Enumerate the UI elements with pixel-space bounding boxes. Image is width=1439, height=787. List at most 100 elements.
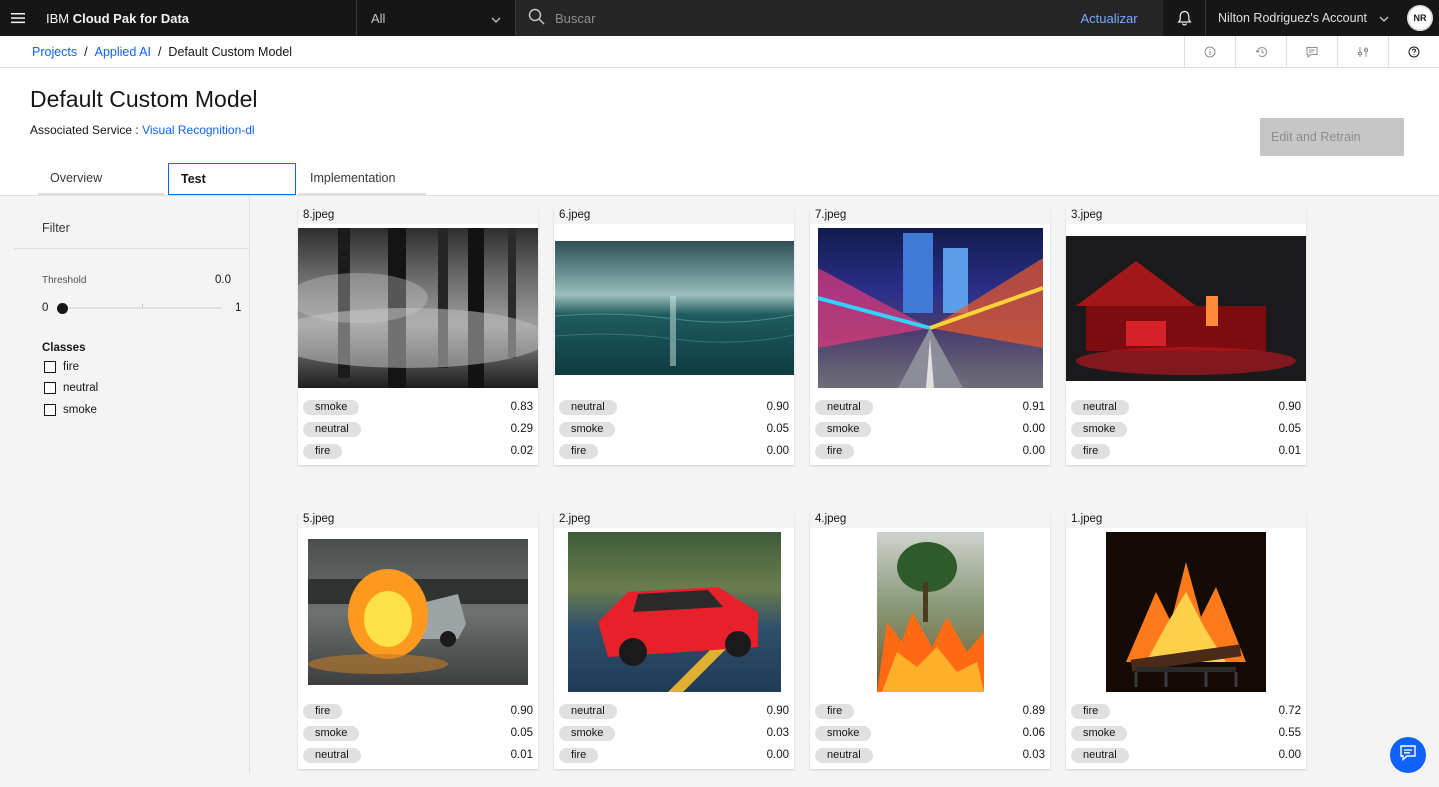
class-tag: fire	[1071, 703, 1111, 719]
checkbox[interactable]	[44, 404, 56, 416]
scope-value: All	[371, 10, 386, 26]
threshold-slider-track[interactable]	[58, 307, 222, 309]
chevron-down-icon	[1379, 11, 1389, 25]
image-filename: 6.jpeg	[554, 208, 794, 224]
confidence-score: 0.00	[1278, 749, 1301, 761]
confidence-score: 0.05	[766, 423, 789, 435]
chevron-down-icon	[491, 11, 501, 26]
result-card[interactable]: 4.jpeg fire 0.89 smoke 0.06 neutral 0.03	[810, 512, 1050, 769]
image-filename: 5.jpeg	[298, 512, 538, 528]
image-thumbnail[interactable]	[308, 539, 528, 685]
image-thumbnail[interactable]	[817, 228, 1043, 388]
product-name[interactable]: IBM Cloud Pak for Data	[36, 0, 356, 36]
menu-icon[interactable]	[0, 0, 36, 36]
result-card[interactable]: 1.jpeg fire 0.72 smoke 0.55 neutral 0.00	[1066, 512, 1306, 769]
confidence-score: 0.05	[1278, 423, 1301, 435]
prediction-list: fire 0.72 smoke 0.55 neutral 0.00	[1071, 700, 1301, 766]
threshold-label: Threshold	[42, 275, 87, 286]
update-button[interactable]: Actualizar	[1055, 0, 1163, 36]
breadcrumb-projects[interactable]: Projects	[32, 45, 77, 59]
settings-sliders-icon[interactable]	[1337, 36, 1388, 67]
associated-service-label: Associated Service :	[30, 123, 143, 137]
slider-min-label: 0	[42, 302, 49, 314]
confidence-score: 0.90	[1278, 401, 1301, 413]
class-tag: fire	[303, 703, 343, 719]
image-thumbnail[interactable]	[298, 228, 538, 388]
prediction-row: fire 0.72	[1071, 700, 1301, 722]
prediction-list: fire 0.89 smoke 0.06 neutral 0.03	[815, 700, 1045, 766]
class-filter-label: neutral	[63, 382, 99, 394]
image-filename: 7.jpeg	[810, 208, 1050, 224]
result-card[interactable]: 3.jpeg neutral 0.90 smoke 0.05 fire 0.01	[1066, 208, 1306, 465]
search-input[interactable]: Buscar	[516, 0, 1055, 36]
info-icon[interactable]	[1184, 36, 1235, 67]
comment-icon[interactable]	[1286, 36, 1337, 67]
image-thumbnail[interactable]	[567, 532, 781, 692]
confidence-score: 0.29	[510, 423, 533, 435]
slider-max-label: 1	[235, 302, 242, 314]
class-tag: fire	[815, 703, 855, 719]
prediction-row: fire 0.00	[559, 440, 789, 462]
class-filter-label: smoke	[63, 404, 97, 416]
prediction-row: neutral 0.90	[559, 700, 789, 722]
tab-test[interactable]: Test	[168, 163, 296, 195]
tab-implementation[interactable]: Implementation	[298, 163, 426, 195]
result-card[interactable]: 8.jpeg smoke 0.83 neutral 0.29 fire 0.02	[298, 208, 538, 465]
checkbox[interactable]	[44, 361, 56, 373]
image-thumbnail[interactable]	[554, 241, 794, 375]
class-filter-label: fire	[63, 361, 79, 373]
search-scope-dropdown[interactable]: All	[356, 0, 516, 36]
classes-heading: Classes	[42, 342, 86, 354]
class-tag: fire	[559, 443, 599, 459]
prediction-row: smoke 0.05	[303, 722, 533, 744]
image-thumbnail[interactable]	[1066, 235, 1306, 381]
tab-overview[interactable]: Overview	[38, 163, 164, 195]
prediction-row: smoke 0.55	[1071, 722, 1301, 744]
confidence-score: 0.02	[510, 445, 533, 457]
class-tag: smoke	[815, 421, 872, 437]
associated-service-link[interactable]: Visual Recognition-dl	[142, 123, 255, 137]
prediction-row: fire 0.01	[1071, 440, 1301, 462]
class-tag: neutral	[303, 421, 361, 437]
prediction-row: fire 0.00	[559, 744, 789, 766]
class-tag: smoke	[815, 725, 872, 741]
class-tag: neutral	[815, 399, 873, 415]
class-tag: neutral	[1071, 399, 1129, 415]
chat-icon	[1399, 744, 1417, 766]
page-actions	[1184, 36, 1439, 67]
result-card[interactable]: 6.jpeg neutral 0.90 smoke 0.05 fire 0.00	[554, 208, 794, 465]
class-tag: smoke	[559, 725, 616, 741]
prediction-row: smoke 0.05	[559, 418, 789, 440]
prediction-row: fire 0.90	[303, 700, 533, 722]
history-icon[interactable]	[1235, 36, 1286, 67]
checkbox[interactable]	[44, 382, 56, 394]
class-filter-neutral[interactable]: neutral	[44, 382, 98, 394]
prediction-row: smoke 0.03	[559, 722, 789, 744]
confidence-score: 0.89	[1022, 705, 1045, 717]
chat-support-button[interactable]	[1390, 737, 1426, 773]
breadcrumb-applied-ai[interactable]: Applied AI	[95, 45, 151, 59]
class-filter-fire[interactable]: fire	[44, 361, 79, 373]
notification-bell-icon[interactable]	[1163, 0, 1205, 36]
result-card[interactable]: 7.jpeg neutral 0.91 smoke 0.00 fire 0.00	[810, 208, 1050, 465]
confidence-score: 0.00	[766, 445, 789, 457]
image-thumbnail[interactable]	[876, 532, 984, 692]
result-card[interactable]: 2.jpeg neutral 0.90 smoke 0.03 fire 0.00	[554, 512, 794, 769]
account-switcher[interactable]: Nilton Rodriguez's Account	[1205, 0, 1401, 36]
breadcrumb: Projects / Applied AI / Default Custom M…	[0, 45, 1184, 59]
page-title: Default Custom Model	[30, 86, 258, 112]
user-menu[interactable]: NR	[1401, 0, 1439, 36]
confidence-score: 0.55	[1278, 727, 1301, 739]
edit-and-retrain-button[interactable]: Edit and Retrain	[1260, 118, 1404, 156]
class-filter-smoke[interactable]: smoke	[44, 404, 97, 416]
result-card[interactable]: 5.jpeg fire 0.90 smoke 0.05 neutral 0.01	[298, 512, 538, 769]
image-thumbnail[interactable]	[1106, 532, 1266, 692]
confidence-score: 0.05	[510, 727, 533, 739]
help-icon[interactable]	[1388, 36, 1439, 67]
prediction-list: neutral 0.90 smoke 0.03 fire 0.00	[559, 700, 789, 766]
breadcrumb-separator: /	[84, 44, 88, 59]
threshold-slider-handle[interactable]	[57, 303, 68, 314]
confidence-score: 0.01	[510, 749, 533, 761]
avatar: NR	[1407, 5, 1433, 31]
class-tag: smoke	[1071, 725, 1128, 741]
